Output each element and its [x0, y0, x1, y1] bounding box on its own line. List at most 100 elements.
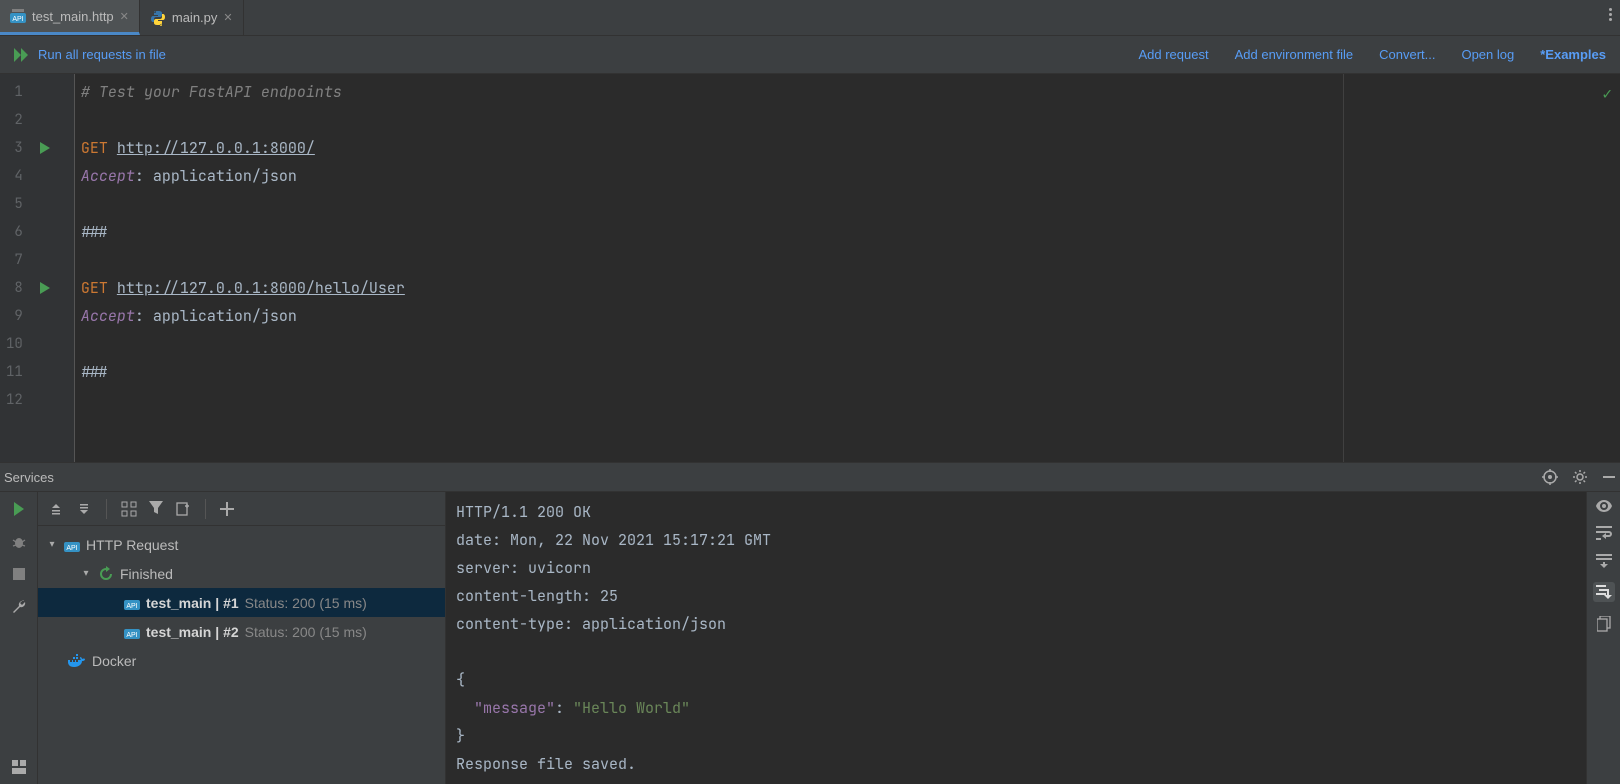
json-brace: { [456, 666, 1576, 694]
http-toolbar: Run all requests in file Add request Add… [0, 36, 1620, 74]
chevron-down-icon: ▾ [80, 568, 92, 579]
api-icon: API [124, 625, 140, 639]
open-in-editor-icon[interactable] [175, 501, 191, 517]
tab-test-main-http[interactable]: API test_main.http ✕ [0, 0, 140, 35]
target-icon[interactable] [1542, 469, 1558, 485]
convert-link[interactable]: Convert... [1379, 47, 1435, 62]
response-header: content-length: 25 [456, 582, 1576, 610]
code-area[interactable]: ✓ # Test your FastAPI endpoints GET http… [75, 74, 1620, 462]
code-line: ### [81, 358, 1620, 386]
request-number: #2 [223, 624, 239, 640]
services-tree[interactable]: ▾ API HTTP Request ▾ Finished API test_m… [38, 526, 445, 784]
tree-label: Docker [92, 653, 136, 669]
json-body-line: "message": "Hello World" [456, 694, 1576, 722]
wrench-icon[interactable] [11, 598, 27, 614]
code-line: GET http://127.0.0.1:8000/hello/User [81, 274, 1620, 302]
api-icon: API [10, 8, 26, 24]
services-tree-panel: ▾ API HTTP Request ▾ Finished API test_m… [38, 492, 446, 784]
tab-label: test_main.http [32, 9, 114, 24]
code-editor[interactable]: 123456789101112 ✓ # Test your FastAPI en… [0, 74, 1620, 462]
run-all-label: Run all requests in file [38, 47, 166, 62]
double-play-icon [14, 48, 30, 62]
services-panel: ▾ API HTTP Request ▾ Finished API test_m… [0, 492, 1620, 784]
run-icon[interactable] [12, 502, 26, 516]
code-line: ### [81, 218, 1620, 246]
add-environment-link[interactable]: Add environment file [1235, 47, 1354, 62]
inspection-ok-icon[interactable]: ✓ [1602, 80, 1612, 108]
close-icon[interactable]: ✕ [120, 10, 129, 23]
response-viewer[interactable]: HTTP/1.1 200 OK date: Mon, 22 Nov 2021 1… [446, 492, 1586, 784]
filter-icon[interactable] [149, 501, 163, 517]
docker-icon [68, 654, 86, 668]
open-log-link[interactable]: Open log [1461, 47, 1514, 62]
code-line [81, 106, 1620, 134]
services-title: Services [4, 470, 54, 485]
response-right-toolbar [1586, 492, 1620, 784]
code-line: GET http://127.0.0.1:8000/ [81, 134, 1620, 162]
response-blank [456, 638, 1576, 666]
request-number: #1 [223, 595, 239, 611]
scroll-to-icon[interactable] [1596, 554, 1612, 568]
tree-label: HTTP Request [86, 537, 178, 553]
code-line: Accept: application/json [81, 302, 1620, 330]
rerun-icon [98, 566, 114, 582]
tree-label: Finished [120, 566, 173, 582]
tree-node-docker[interactable]: Docker [38, 646, 445, 675]
group-icon[interactable] [121, 501, 137, 517]
request-status: Status: 200 (15 ms) [245, 595, 367, 611]
fold-gutter [59, 74, 75, 462]
run-line-icon[interactable] [31, 134, 59, 162]
code-line [81, 386, 1620, 414]
response-header: content-type: application/json [456, 610, 1576, 638]
svg-text:API: API [12, 16, 23, 23]
collapse-all-icon[interactable] [76, 501, 92, 517]
debug-icon[interactable] [11, 534, 27, 550]
tree-item-request-1[interactable]: API test_main | #1 Status: 200 (15 ms) [38, 588, 445, 617]
gear-icon[interactable] [1572, 469, 1588, 485]
tree-item-request-2[interactable]: API test_main | #2 Status: 200 (15 ms) [38, 617, 445, 646]
run-all-button[interactable]: Run all requests in file [14, 47, 166, 62]
format-icon[interactable] [1593, 582, 1615, 602]
editor-tabs-bar: API test_main.http ✕ main.py ✕ [0, 0, 1620, 36]
examples-link[interactable]: *Examples [1540, 47, 1606, 62]
svg-text:API: API [126, 603, 137, 610]
services-panel-header: Services [0, 462, 1620, 492]
api-icon: API [64, 538, 80, 552]
right-margin-line [1343, 74, 1344, 462]
services-left-toolbar [0, 492, 38, 784]
response-status-line: HTTP/1.1 200 OK [456, 498, 1576, 526]
soft-wrap-icon[interactable] [1596, 526, 1612, 540]
json-brace: } [456, 722, 1576, 750]
run-line-icon[interactable] [31, 274, 59, 302]
tree-toolbar [38, 492, 445, 526]
line-number-gutter: 123456789101112 [0, 74, 31, 462]
minimize-icon[interactable] [1602, 470, 1616, 484]
run-gutter [31, 74, 59, 462]
request-name: test_main [146, 595, 211, 611]
tree-node-finished[interactable]: ▾ Finished [38, 559, 445, 588]
layout-icon[interactable] [12, 760, 26, 774]
code-line: # Test your FastAPI endpoints [81, 78, 1620, 106]
response-header: date: Mon, 22 Nov 2021 15:17:21 GMT [456, 526, 1576, 554]
tab-options-icon[interactable] [1609, 8, 1612, 21]
code-line [81, 246, 1620, 274]
add-request-link[interactable]: Add request [1138, 47, 1208, 62]
stop-icon[interactable] [13, 568, 25, 580]
tab-main-py[interactable]: main.py ✕ [140, 0, 244, 35]
copy-icon[interactable] [1597, 616, 1611, 632]
eye-icon[interactable] [1596, 500, 1612, 512]
add-icon[interactable] [220, 502, 234, 516]
request-status: Status: 200 (15 ms) [245, 624, 367, 640]
expand-all-icon[interactable] [48, 501, 64, 517]
code-line [81, 190, 1620, 218]
api-icon: API [124, 596, 140, 610]
code-line: Accept: application/json [81, 162, 1620, 190]
svg-text:API: API [126, 632, 137, 639]
tree-node-http-request[interactable]: ▾ API HTTP Request [38, 530, 445, 559]
request-name: test_main [146, 624, 211, 640]
tab-label: main.py [172, 10, 218, 25]
chevron-down-icon: ▾ [46, 539, 58, 550]
svg-text:API: API [66, 545, 77, 552]
close-icon[interactable]: ✕ [223, 11, 232, 24]
response-saved-msg: Response file saved. [456, 750, 1576, 778]
